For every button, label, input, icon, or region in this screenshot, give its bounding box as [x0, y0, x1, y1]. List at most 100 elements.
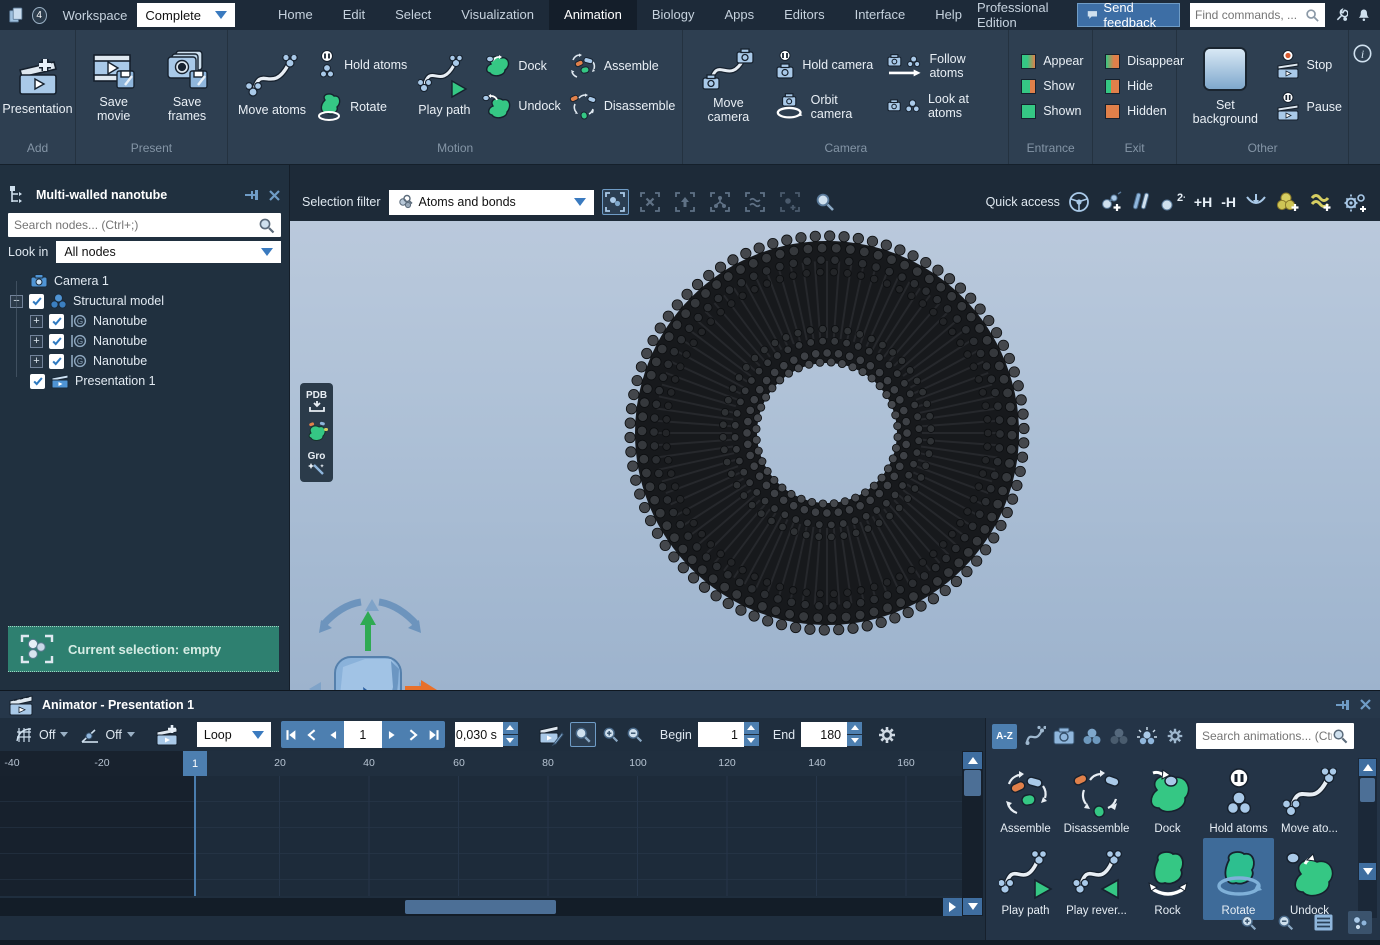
filter-atoms-glow-icon[interactable] [1136, 726, 1158, 746]
search-icon[interactable] [258, 217, 275, 234]
stop-button[interactable]: Stop [1276, 50, 1342, 80]
save-frames-button[interactable]: Save frames [153, 47, 221, 125]
next-keyframe-button[interactable] [403, 721, 424, 748]
navigation-gizmo[interactable] [295, 589, 445, 690]
frame-duration-field[interactable]: 0,030 s [455, 722, 503, 747]
timeline-ruler[interactable]: -40 -20 20 40 60 80 100 120 140 160 1 [0, 751, 962, 776]
selection-filter-dropdown[interactable]: Atoms and bonds [389, 190, 594, 215]
menu-biology[interactable]: Biology [637, 0, 710, 30]
animation-hold-atoms[interactable]: Hold atoms [1203, 756, 1274, 838]
hidden-button[interactable]: Hidden [1105, 104, 1167, 119]
find-commands-box[interactable] [1190, 3, 1325, 27]
frame-duration-spinner[interactable] [503, 722, 518, 747]
go-to-start-button[interactable] [281, 721, 302, 748]
timeline-vscrollbar[interactable] [962, 751, 983, 916]
move-atoms-button[interactable]: Move atoms [235, 53, 309, 119]
menu-edit[interactable]: Edit [328, 0, 380, 30]
animations-scroll-down[interactable] [1359, 863, 1376, 880]
build-gro-button[interactable]: Gro [308, 452, 326, 475]
tree-item-nanotube-1[interactable]: + G Nanotube [0, 311, 289, 331]
vscroll-thumb[interactable] [964, 770, 981, 796]
hide-button[interactable]: Hide [1105, 79, 1153, 94]
menu-editors[interactable]: Editors [769, 0, 839, 30]
search-nodes-input[interactable] [14, 218, 258, 232]
set-background-button[interactable]: Set background [1183, 44, 1267, 128]
animation-play-reverse[interactable]: Play rever... [1061, 838, 1132, 920]
minimize-energy-icon[interactable] [1245, 192, 1267, 212]
visibility-checkbox[interactable] [49, 334, 64, 349]
menu-help[interactable]: Help [920, 0, 977, 30]
menu-visualization[interactable]: Visualization [446, 0, 549, 30]
grid-view-button[interactable] [1348, 911, 1372, 934]
animations-scroll-up[interactable] [1359, 759, 1376, 776]
clear-selection-button[interactable] [637, 189, 664, 215]
menu-interface[interactable]: Interface [840, 0, 921, 30]
pin-icon[interactable] [244, 189, 260, 201]
begin-spinner[interactable] [744, 722, 759, 747]
pause-button[interactable]: Pause [1276, 92, 1342, 122]
timeline-zoom-out-icon[interactable] [626, 726, 644, 744]
visibility-checkbox[interactable] [49, 354, 64, 369]
docking-blob-icon[interactable] [305, 421, 329, 443]
search-icon[interactable] [1332, 728, 1348, 744]
shown-button[interactable]: Shown [1021, 104, 1081, 119]
export-movie-icon[interactable] [538, 723, 564, 747]
render-area[interactable]: PDB Gro [290, 221, 1380, 690]
tree-item-nanotube-2[interactable]: + G Nanotube [0, 331, 289, 351]
current-frame-field[interactable]: 1 [344, 721, 382, 748]
add-presentation-icon[interactable] [155, 724, 179, 746]
search-nodes-box[interactable] [8, 213, 281, 237]
menu-apps[interactable]: Apps [709, 0, 769, 30]
filter-settings-gear-icon[interactable] [1165, 726, 1185, 746]
wrench-settings-icon[interactable] [1335, 7, 1348, 24]
step-forward-button[interactable] [382, 721, 403, 748]
filter-atoms-blue-icon[interactable] [1082, 727, 1102, 745]
tree-item-presentation-1[interactable]: Presentation 1 [0, 371, 289, 391]
add-chain-icon[interactable] [1309, 191, 1333, 213]
add-group-icon[interactable] [1276, 191, 1300, 213]
orbit-camera-button[interactable]: Orbit camera [775, 92, 879, 122]
add-atoms-icon[interactable] [1099, 191, 1123, 213]
look-in-dropdown[interactable]: All nodes [56, 241, 281, 263]
sort-az-button[interactable]: A-Z [992, 724, 1017, 749]
close-icon[interactable] [1359, 698, 1372, 711]
visibility-checkbox[interactable] [49, 314, 64, 329]
expand-expander[interactable]: + [30, 315, 43, 328]
animation-rotate[interactable]: Rotate [1203, 838, 1274, 920]
dock-button[interactable]: Dock [481, 52, 560, 80]
begin-field[interactable]: 1 [698, 722, 744, 747]
save-movie-button[interactable]: Save movie [82, 47, 145, 125]
animation-disassemble[interactable]: Disassemble [1061, 756, 1132, 838]
playhead-line[interactable] [194, 776, 196, 896]
end-field[interactable]: 180 [801, 722, 847, 747]
current-selection-bar[interactable]: Current selection: empty [8, 626, 279, 672]
hscroll-thumb[interactable] [405, 900, 556, 914]
select-all-button[interactable] [602, 189, 629, 215]
follow-atoms-button[interactable]: Follow atoms [887, 52, 1002, 80]
zoom-on-selection-button[interactable] [812, 189, 839, 215]
fetch-pdb-button[interactable]: PDB [306, 391, 327, 412]
fps-dropdown[interactable]: Off [14, 725, 68, 745]
undock-button[interactable]: Undock [481, 92, 560, 120]
timeline-tracks[interactable] [0, 776, 962, 896]
expand-expander[interactable]: + [30, 335, 43, 348]
add-to-selection-button[interactable] [777, 189, 804, 215]
show-button[interactable]: Show [1021, 79, 1074, 94]
look-at-atoms-button[interactable]: Look at atoms [887, 92, 1002, 120]
presentation-button[interactable]: Presentation [0, 54, 76, 118]
visibility-checkbox[interactable] [29, 294, 44, 309]
close-icon[interactable] [268, 189, 281, 202]
find-commands-input[interactable] [1195, 8, 1305, 22]
animations-vscrollbar[interactable] [1358, 758, 1377, 918]
go-to-end-button[interactable] [424, 721, 445, 748]
remove-hydrogens-button[interactable]: -H [1221, 194, 1236, 210]
animation-dock[interactable]: Dock [1132, 756, 1203, 838]
tree-item-structural-model[interactable]: − Structural model [0, 291, 289, 311]
select-connected-button[interactable] [707, 189, 734, 215]
animations-scroll-thumb[interactable] [1360, 778, 1375, 802]
vscroll-up-arrow[interactable] [963, 752, 982, 769]
timeline-hscrollbar[interactable] [0, 898, 962, 916]
notification-badge[interactable]: 4 [32, 7, 47, 24]
workspace-dropdown[interactable]: Complete [137, 3, 235, 27]
end-spinner[interactable] [847, 722, 862, 747]
